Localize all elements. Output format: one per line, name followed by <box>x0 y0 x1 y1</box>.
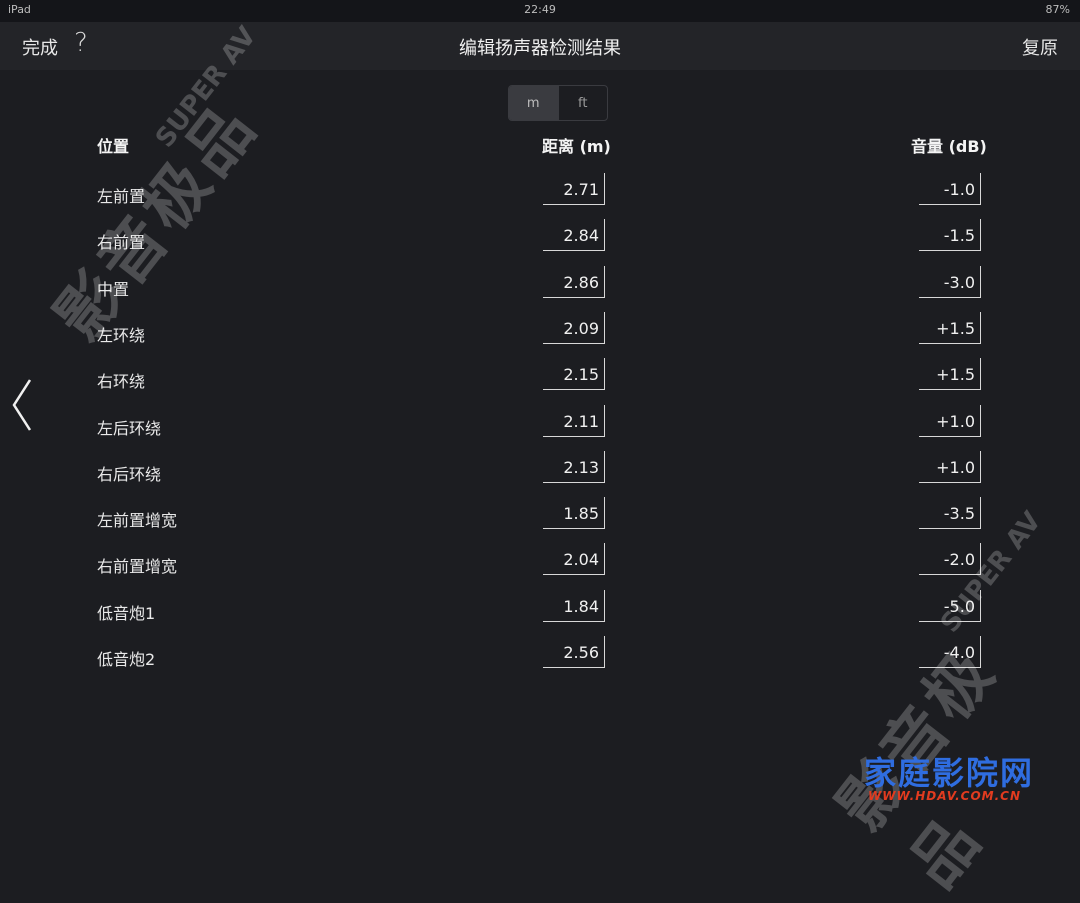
distance-field[interactable]: 2.56 <box>543 636 605 668</box>
volume-value: -3.5 <box>943 504 975 524</box>
distance-field[interactable]: 1.84 <box>543 589 605 622</box>
distance-value: 1.85 <box>563 504 599 524</box>
volume-value: +1.5 <box>936 365 975 385</box>
volume-field[interactable]: +1.5 <box>919 358 981 391</box>
volume-value: +1.0 <box>936 457 975 477</box>
distance-value: 2.04 <box>563 550 599 570</box>
table-row: 右后环绕 2.13 +1.0 <box>0 449 1080 495</box>
column-header-volume: 音量 (dB) <box>911 137 987 156</box>
column-header-distance: 距离 (m) <box>542 137 611 156</box>
table-row: 低音炮1 1.84 -5.0 <box>0 588 1080 634</box>
speaker-label: 低音炮1 <box>97 603 156 623</box>
page-title: 编辑扬声器检测结果 <box>459 38 621 59</box>
volume-field[interactable]: -1.0 <box>919 173 981 205</box>
distance-field[interactable]: 2.09 <box>543 311 605 344</box>
distance-field[interactable]: 2.15 <box>543 358 605 391</box>
distance-value: 2.15 <box>563 365 599 385</box>
volume-field[interactable]: -2.0 <box>919 543 981 576</box>
table-row: 左前置增宽 1.85 -3.5 <box>0 495 1080 541</box>
brand-url-watermark: WWW.HDAV.COM.CN <box>868 789 1022 803</box>
unit-feet-button[interactable]: ft <box>557 86 608 120</box>
volume-field[interactable]: -1.5 <box>919 219 981 252</box>
distance-field[interactable]: 2.13 <box>543 450 605 483</box>
table-row: 左后环绕 2.11 +1.0 <box>0 403 1080 449</box>
distance-value: 2.09 <box>563 318 599 338</box>
speaker-label: 左后环绕 <box>97 418 162 438</box>
chevron-left-icon[interactable] <box>10 378 34 432</box>
table-row: 右前置增宽 2.04 -2.0 <box>0 541 1080 587</box>
distance-field[interactable]: 2.04 <box>543 543 605 576</box>
distance-value: 2.13 <box>563 457 599 477</box>
unit-meters-button[interactable]: m <box>509 86 558 120</box>
unit-segmented-control: m ft <box>508 85 608 121</box>
volume-value: -2.0 <box>943 550 975 570</box>
distance-value: 2.86 <box>563 272 599 292</box>
distance-field[interactable]: 2.86 <box>543 265 605 298</box>
distance-value: 2.11 <box>563 411 599 431</box>
speaker-label: 右后环绕 <box>97 464 162 484</box>
table-row: 左环绕 2.09 +1.5 <box>0 310 1080 356</box>
volume-value: -1.0 <box>943 180 975 199</box>
distance-field[interactable]: 1.85 <box>543 497 605 530</box>
distance-field[interactable]: 2.11 <box>543 404 605 437</box>
distance-value: 1.84 <box>563 596 599 616</box>
distance-value: 2.56 <box>563 643 599 662</box>
distance-field[interactable]: 2.71 <box>543 173 605 205</box>
volume-value: +1.5 <box>936 318 975 338</box>
volume-field[interactable]: +1.0 <box>919 404 981 437</box>
distance-field[interactable]: 2.84 <box>543 219 605 252</box>
clock: 22:49 <box>524 3 556 16</box>
speaker-label: 左前置增宽 <box>97 511 178 531</box>
volume-field[interactable]: +1.5 <box>919 311 981 344</box>
speaker-label: 右前置增宽 <box>97 557 178 577</box>
volume-field[interactable]: -3.5 <box>919 497 981 530</box>
volume-field[interactable]: +1.0 <box>919 450 981 483</box>
volume-value: -1.5 <box>943 226 975 246</box>
brand-watermark: 家庭影院网 <box>864 754 1035 792</box>
volume-field[interactable]: -3.0 <box>919 265 981 298</box>
navigation-bar: 完成 ? 编辑扬声器检测结果 复原 <box>0 22 1080 70</box>
distance-value: 2.84 <box>563 226 599 246</box>
restore-button[interactable]: 复原 <box>1022 34 1058 60</box>
battery-label: 87% <box>1045 3 1070 16</box>
column-header-position: 位置 <box>97 137 130 156</box>
volume-value: -3.0 <box>943 272 975 292</box>
volume-value: +1.0 <box>936 411 975 431</box>
speaker-label: 右环绕 <box>97 372 146 392</box>
distance-value: 2.71 <box>563 180 599 199</box>
table-row: 右环绕 2.15 +1.5 <box>0 356 1080 402</box>
speaker-label: 低音炮2 <box>97 650 156 669</box>
status-bar: iPad 22:49 87% <box>0 0 1080 22</box>
